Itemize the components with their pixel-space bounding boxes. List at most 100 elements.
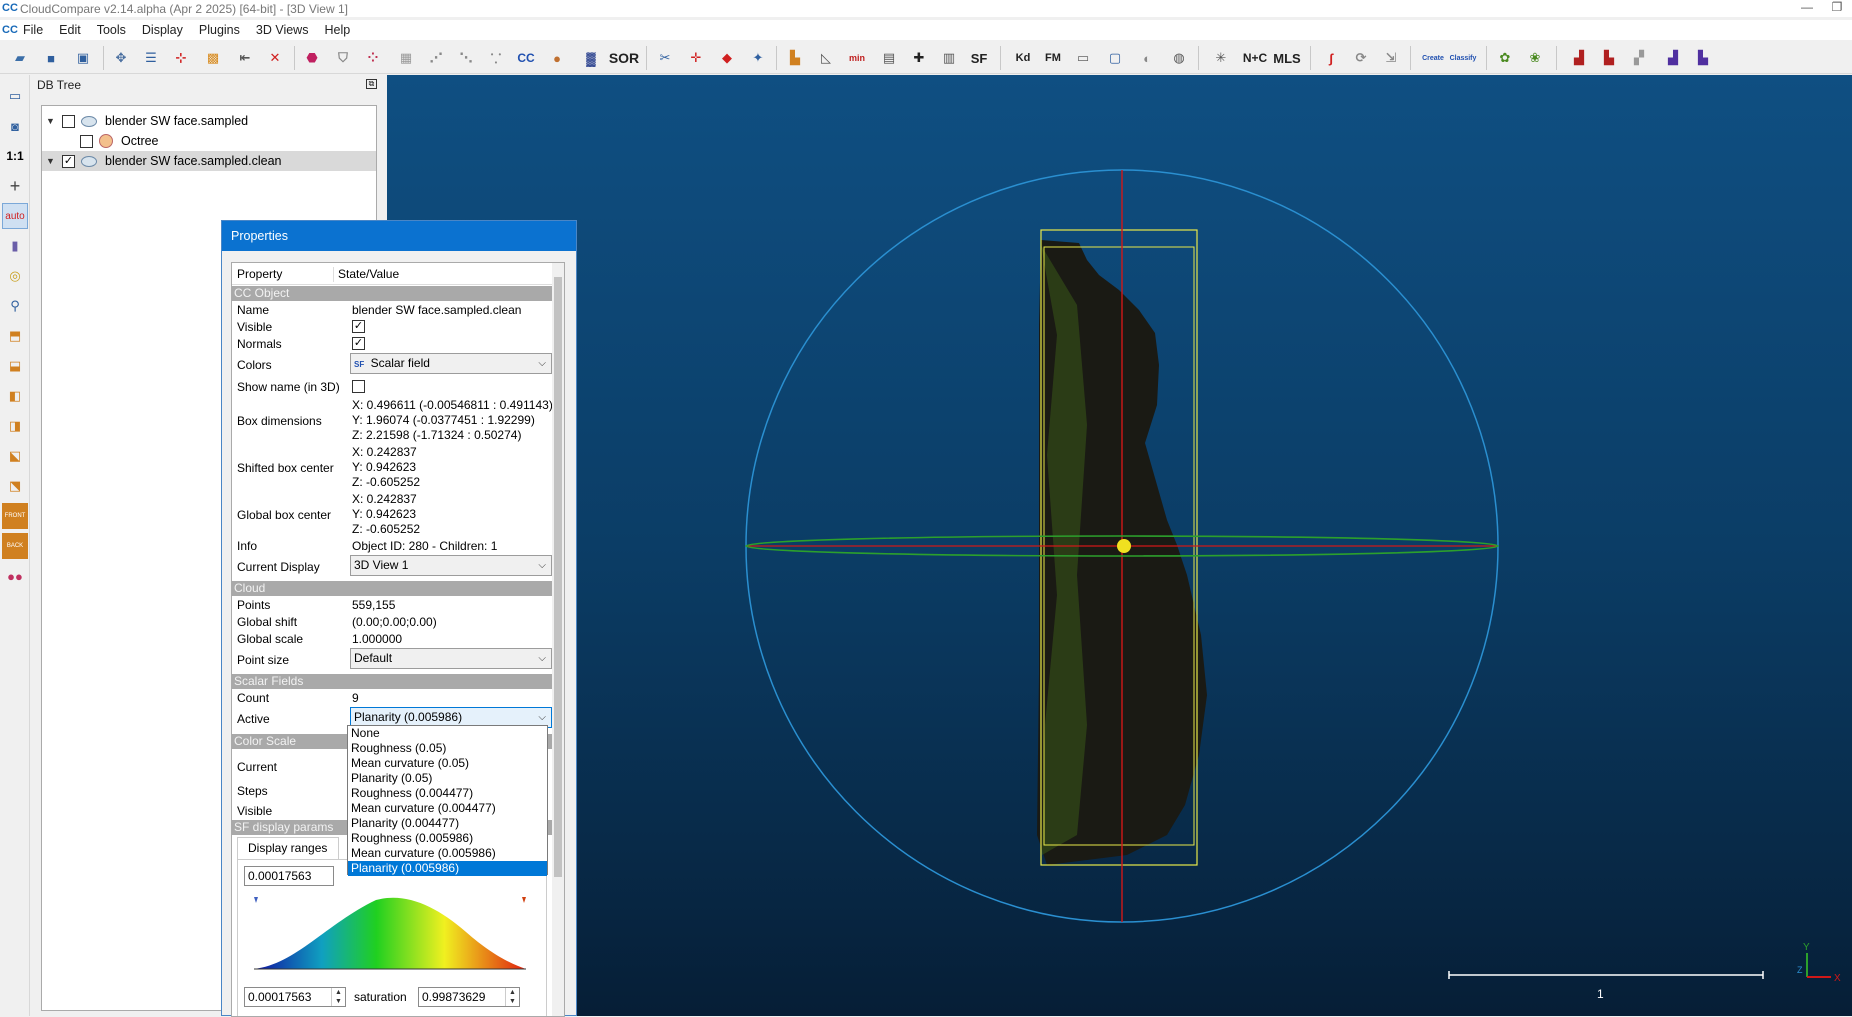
dropdown-option[interactable]: Mean curvature (0.05) [348,756,547,771]
scissors-icon[interactable]: ✂ [652,45,678,71]
bars-red2-icon[interactable]: ▙ [1596,45,1622,71]
view-right-icon[interactable]: ⬕ [2,443,28,469]
menu-display[interactable]: Display [135,23,192,37]
dropdown-option[interactable]: Roughness (0.005986) [348,831,547,846]
normals-colors-button[interactable]: N+C [1238,45,1272,71]
globe-icon[interactable]: ◍ [1166,45,1192,71]
view-back-icon[interactable]: ◨ [2,413,28,439]
translate-icon[interactable]: ✛ [683,45,709,71]
full-screen-icon[interactable]: ▭ [2,83,28,109]
histogram-icon[interactable]: ▙ [782,45,808,71]
sample-points-icon[interactable]: ⁘ [360,45,386,71]
save-icon[interactable]: ■ [38,45,64,71]
rotate-icon[interactable]: ⟳ [1348,45,1374,71]
point-picking-icon[interactable]: ✥ [108,45,134,71]
fit-icon[interactable]: ⇲ [1378,45,1404,71]
scatter2-icon[interactable]: ⸪ [483,45,509,71]
tree-checkbox[interactable]: ✓ [62,154,75,168]
tree-checkbox[interactable] [80,134,93,148]
classify-icon[interactable]: ❀ [1522,45,1548,71]
dropdown-option[interactable]: Planarity (0.004477) [348,816,547,831]
dropdown-option[interactable]: Mean curvature (0.005986) [348,846,547,861]
view-front-icon[interactable]: ⬓ [2,353,28,379]
bars-gray-icon[interactable]: ▞ [1626,45,1652,71]
menu-file[interactable]: File [16,23,52,37]
view-bottom-icon[interactable]: ⬔ [2,473,28,499]
noise-icon[interactable]: ⋱ [453,45,479,71]
saturation-min-input[interactable]: 0.00017563 ▲ ▼ [244,987,346,1007]
sf-color-scale-button[interactable]: SF [966,45,992,71]
stereo-icon[interactable]: ●● [2,563,28,589]
colors-select[interactable]: SF Scalar field ⌵ [350,353,552,374]
plane-icon[interactable]: ◆ [714,45,740,71]
visible-checkbox[interactable]: ✓ [352,320,365,333]
edit-global-shift-icon[interactable]: ⊹ [168,45,194,71]
float-panel-button[interactable]: ⧉ [366,79,377,89]
sphere-shade-icon[interactable]: ◐ [1134,45,1160,71]
min-handle-icon[interactable] [254,897,258,903]
auto-pivot-button[interactable]: auto [2,203,28,229]
save-all-icon[interactable]: ▣ [70,45,96,71]
view-top-icon[interactable]: ⬒ [2,323,28,349]
monitor-icon[interactable]: ▢ [1102,45,1128,71]
current-display-select[interactable]: 3D View 1 ⌵ [350,555,552,576]
range-min-input[interactable]: 0.00017563 [244,866,334,886]
zoom-icon[interactable]: ⚲ [2,293,28,319]
tab-display-ranges[interactable]: Display ranges [237,837,339,859]
menu-app-icon[interactable]: CC [2,24,18,36]
dropdown-option[interactable]: None [348,726,547,741]
tree-checkbox[interactable] [62,114,75,128]
minimize-button[interactable]: — [1792,0,1822,17]
mesh-icon[interactable]: ▦ [393,45,419,71]
saturation-max-input[interactable]: 0.99873629 ▲ ▼ [418,987,520,1007]
menu-tools[interactable]: Tools [90,23,135,37]
expand-arrow-icon[interactable]: ▼ [46,116,58,126]
active-sf-dropdown-list[interactable]: None Roughness (0.05) Mean curvature (0.05… [347,725,548,876]
expand-arrow-icon[interactable]: ▼ [46,156,58,166]
segment-icon[interactable]: ⬣ [299,45,325,71]
calculator-icon[interactable]: ▥ [936,45,962,71]
iso-front-button[interactable]: FRONT [2,503,28,529]
tree-item-sampled[interactable]: ▼ blender SW face.sampled [46,111,248,131]
subsample-icon[interactable]: ⇤ [232,45,258,71]
plane-fit-icon[interactable]: ● [544,45,570,71]
dropdown-option[interactable]: Planarity (0.05) [348,771,547,786]
point-size-select[interactable]: Default ⌵ [350,648,552,669]
printer-icon[interactable]: ▭ [1070,45,1096,71]
view-left-icon[interactable]: ◧ [2,383,28,409]
normals-checkbox[interactable]: ✓ [352,337,365,350]
3d-view[interactable]: Y X Z 1 [387,75,1852,1016]
filter-sf-icon[interactable]: ▤ [876,45,902,71]
connected-components-icon[interactable]: CC [513,45,539,71]
bars-red-icon[interactable]: ▟ [1566,45,1592,71]
tree-item-octree[interactable]: Octree [76,131,159,151]
tree-item-clean[interactable]: ▼ ✓ blender SW face.sampled.clean [42,151,376,171]
merge-icon[interactable]: ▩ [200,45,226,71]
menu-edit[interactable]: Edit [52,23,90,37]
ransac-icon[interactable]: ʃ [1318,45,1344,71]
max-handle-icon[interactable] [522,897,526,903]
sf-histogram[interactable] [246,894,536,974]
sf-gradient-icon[interactable]: ◺ [813,45,839,71]
menu-plugins[interactable]: Plugins [192,23,249,37]
clean-icon[interactable]: ⛉ [330,45,356,71]
light-icon[interactable]: ◎ [2,263,28,289]
dropdown-option[interactable]: Mean curvature (0.004477) [348,801,547,816]
zoom-1-1-button[interactable]: 1:1 [2,143,28,169]
kdtree-button[interactable]: Kd [1010,45,1036,71]
dropdown-option[interactable]: Planarity (0.005986) [348,861,547,876]
add-sf-icon[interactable]: ✚ [906,45,932,71]
mls-button[interactable]: MLS [1270,45,1304,71]
canupo-classify-button[interactable]: Classify [1448,45,1478,71]
name-value[interactable]: blender SW face.sampled.clean [352,303,521,318]
dropdown-option[interactable]: Roughness (0.05) [348,741,547,756]
camera-icon[interactable]: ◙ [2,113,28,139]
iso-back-button[interactable]: BACK [2,533,28,559]
bars-purple-icon[interactable]: ▟ [1660,45,1686,71]
perspective-icon[interactable]: ▮ [2,233,28,259]
properties-scrollbar[interactable] [552,263,564,1016]
scrollbar-thumb[interactable] [554,277,562,877]
align-icon[interactable]: ✦ [745,45,771,71]
bars-purple2-icon[interactable]: ▙ [1690,45,1716,71]
pivot-icon[interactable]: + [2,173,28,199]
